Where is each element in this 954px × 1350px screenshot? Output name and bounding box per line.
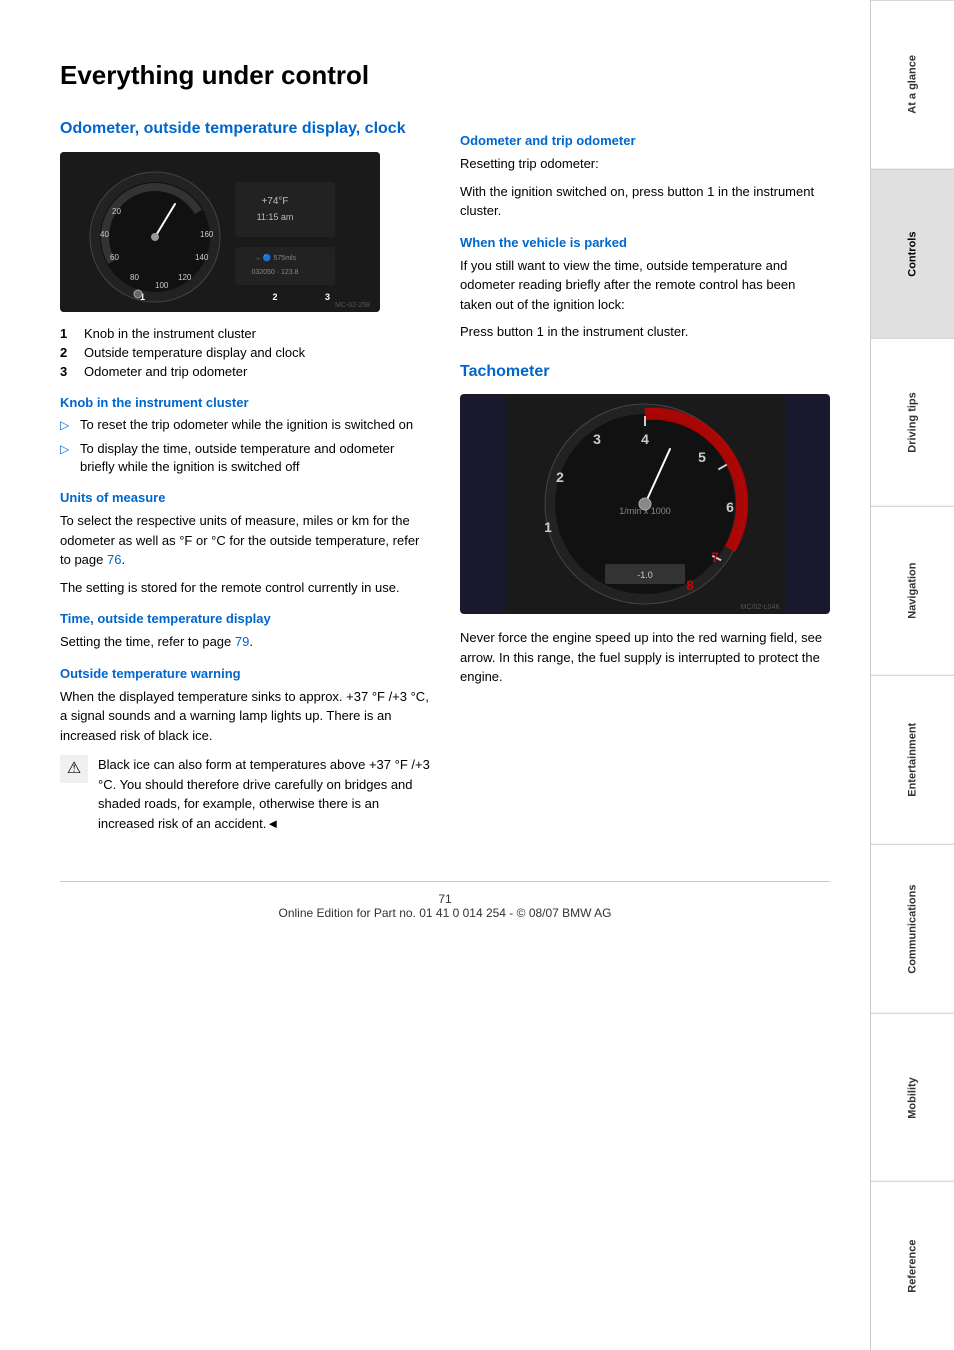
svg-text:2: 2	[556, 469, 564, 485]
left-column: Odometer, outside temperature display, c…	[60, 119, 430, 851]
svg-text:80: 80	[130, 273, 139, 282]
svg-text:MC/02-L04K: MC/02-L04K	[741, 604, 781, 611]
sidebar-tab-communications[interactable]: Communications	[871, 844, 954, 1013]
time-display-body: Setting the time, refer to page 79.	[60, 632, 430, 652]
svg-text:4: 4	[641, 431, 649, 447]
odometer-body: Resetting trip odometer:	[460, 154, 830, 174]
parked-body2: Press button 1 in the instrument cluster…	[460, 322, 830, 342]
item-label: Knob in the instrument cluster	[84, 326, 256, 341]
two-column-layout: Odometer, outside temperature display, c…	[60, 119, 830, 851]
list-item: 2 Outside temperature display and clock	[60, 345, 430, 360]
knob-subsection-title: Knob in the instrument cluster	[60, 395, 430, 410]
sidebar-tab-at-a-glance[interactable]: At a glance	[871, 0, 954, 169]
page-79-link[interactable]: 79	[235, 634, 249, 649]
outside-temp-warning-body: When the displayed temperature sinks to …	[60, 687, 430, 746]
item-number: 2	[60, 345, 76, 360]
svg-text:1: 1	[544, 519, 552, 535]
svg-text:3: 3	[325, 292, 330, 302]
odometer-subsection-title: Odometer and trip odometer	[460, 133, 830, 148]
svg-text:5: 5	[698, 449, 706, 465]
bullet-text: To display the time, outside temperature…	[80, 440, 430, 476]
sidebar-tab-driving-tips[interactable]: Driving tips	[871, 338, 954, 507]
svg-text:140: 140	[195, 253, 209, 262]
left-section-heading: Odometer, outside temperature display, c…	[60, 119, 430, 140]
main-content: Everything under control Odometer, outsi…	[0, 0, 870, 1350]
svg-text:60: 60	[110, 253, 119, 262]
tachometer-heading: Tachometer	[460, 362, 830, 383]
item-label: Outside temperature display and clock	[84, 345, 305, 360]
item-number: 3	[60, 364, 76, 379]
svg-text:2: 2	[272, 292, 277, 302]
page-number: 71	[60, 892, 830, 906]
outside-temp-warning-title: Outside temperature warning	[60, 666, 430, 681]
svg-text:100: 100	[155, 281, 169, 290]
knob-bullet-list: ▷ To reset the trip odometer while the i…	[60, 416, 430, 477]
sidebar-tab-reference[interactable]: Reference	[871, 1181, 954, 1350]
bullet-item: ▷ To reset the trip odometer while the i…	[60, 416, 430, 434]
item-number: 1	[60, 326, 76, 341]
sidebar-tab-mobility[interactable]: Mobility	[871, 1013, 954, 1182]
odometer-body2: With the ignition switched on, press but…	[460, 182, 830, 221]
svg-text:11:15 am: 11:15 am	[257, 212, 294, 222]
sidebar-tab-controls[interactable]: Controls	[871, 169, 954, 338]
svg-text:7: 7	[711, 549, 719, 565]
bullet-arrow-icon: ▷	[60, 441, 72, 476]
bullet-arrow-icon: ▷	[60, 417, 72, 434]
svg-text:→ 🔵 575mls: → 🔵 575mls	[254, 253, 297, 262]
sidebar: At a glance Controls Driving tips Naviga…	[870, 0, 954, 1350]
page-76-link[interactable]: 76	[107, 552, 121, 567]
svg-text:6: 6	[726, 499, 734, 515]
parked-subsection-title: When the vehicle is parked	[460, 235, 830, 250]
svg-text:8: 8	[686, 577, 694, 593]
item-label: Odometer and trip odometer	[84, 364, 247, 379]
units-body: To select the respective units of measur…	[60, 511, 430, 570]
time-display-title: Time, outside temperature display	[60, 611, 430, 626]
warning-box: ⚠ Black ice can also form at temperature…	[60, 755, 430, 841]
warning-box-text: Black ice can also form at temperatures …	[98, 755, 430, 833]
svg-text:-1.0: -1.0	[637, 570, 653, 580]
svg-text:3: 3	[593, 431, 601, 447]
sidebar-tab-navigation[interactable]: Navigation	[871, 506, 954, 675]
svg-text:+74°F: +74°F	[261, 196, 288, 207]
units-subsection-title: Units of measure	[60, 490, 430, 505]
page-title: Everything under control	[60, 60, 830, 91]
numbered-items-list: 1 Knob in the instrument cluster 2 Outsi…	[60, 326, 430, 379]
list-item: 3 Odometer and trip odometer	[60, 364, 430, 379]
tachometer-image: 4 5 6 3 2 1 7 8 1/min x 1000	[460, 394, 830, 614]
svg-text:←: ←	[730, 521, 744, 537]
bullet-item: ▷ To display the time, outside temperatu…	[60, 440, 430, 476]
sidebar-tab-entertainment[interactable]: Entertainment	[871, 675, 954, 844]
instrument-cluster-image: 20 40 60 80 100 120 140 160 1	[60, 152, 380, 312]
tachometer-section: Tachometer	[460, 362, 830, 687]
svg-text:40: 40	[100, 230, 109, 239]
svg-text:MC-02-258: MC-02-258	[335, 302, 370, 309]
tachometer-body: Never force the engine speed up into the…	[460, 628, 830, 687]
svg-text:20: 20	[112, 207, 121, 216]
svg-text:160: 160	[200, 230, 214, 239]
svg-text:120: 120	[178, 273, 192, 282]
list-item: 1 Knob in the instrument cluster	[60, 326, 430, 341]
footer-text: Online Edition for Part no. 01 41 0 014 …	[60, 906, 830, 920]
page-footer: 71 Online Edition for Part no. 01 41 0 0…	[60, 881, 830, 920]
units-body2: The setting is stored for the remote con…	[60, 578, 430, 598]
bullet-text: To reset the trip odometer while the ign…	[80, 416, 413, 434]
parked-body: If you still want to view the time, outs…	[460, 256, 830, 315]
svg-text:032050 · 123.8: 032050 · 123.8	[251, 269, 298, 276]
warning-triangle-icon: ⚠	[60, 755, 88, 783]
right-column: Odometer and trip odometer Resetting tri…	[460, 119, 830, 851]
